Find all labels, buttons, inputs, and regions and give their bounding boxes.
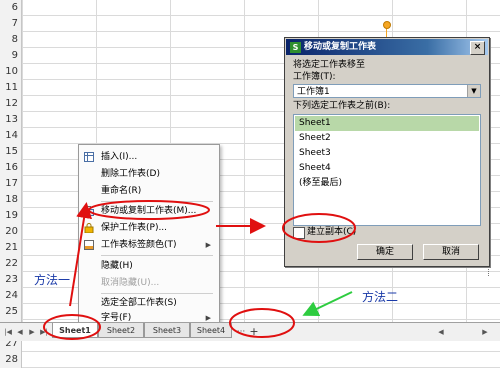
rotation-handle[interactable]	[383, 21, 391, 29]
create-copy-label: 建立副本(C)	[307, 227, 357, 237]
grid-line-h	[0, 15, 500, 16]
move-copy-dialog: S 移动或复制工作表 × 将选定工作表移至 工作簿(T): 工作簿1 ▼ 下列选…	[284, 37, 490, 267]
sheet-tab-bar: |◀ ◀ ▶ ▶| Sheet1 Sheet2 Sheet3 Sheet4 ··…	[0, 322, 500, 341]
menu-item-label: 移动或复制工作表(M)...	[101, 206, 197, 216]
grid-line-h	[0, 351, 500, 352]
dialog-title-bar[interactable]: S 移动或复制工作表 ×	[286, 39, 488, 55]
scroll-right-icon[interactable]: ▶	[480, 326, 490, 338]
row-header[interactable]: 23	[0, 272, 22, 288]
chevron-down-icon[interactable]: ▼	[467, 85, 480, 97]
grid-line-h	[0, 303, 500, 304]
cancel-button[interactable]: 取消	[423, 244, 479, 260]
add-sheet-button[interactable]: +	[248, 326, 260, 338]
first-sheet-icon[interactable]: |◀	[3, 326, 13, 338]
rotation-handle-stem	[386, 28, 387, 37]
grid-line-h	[0, 287, 500, 288]
menu-item-unhide: 取消隐藏(U)...	[79, 275, 217, 291]
menu-item-label: 选定全部工作表(S)	[101, 298, 177, 308]
menu-separator	[101, 255, 213, 256]
before-sheet-label: 下列选定工作表之前(B):	[293, 101, 391, 111]
row-header[interactable]: 12	[0, 96, 22, 112]
row-header[interactable]: 17	[0, 176, 22, 192]
prev-sheet-icon[interactable]: ◀	[15, 326, 25, 338]
row-header[interactable]: 22	[0, 256, 22, 272]
row-header[interactable]: 8	[0, 32, 22, 48]
list-item[interactable]: Sheet2	[295, 131, 479, 146]
row-header[interactable]: 28	[0, 352, 22, 368]
row-header[interactable]: 15	[0, 144, 22, 160]
move-to-label: 将选定工作表移至	[293, 60, 366, 70]
row-header[interactable]: 21	[0, 240, 22, 256]
workbook-value: 工作簿1	[297, 87, 330, 97]
menu-separator	[101, 201, 213, 202]
row-header[interactable]: 18	[0, 192, 22, 208]
method-two-label: 方法二	[362, 290, 399, 304]
menu-item-hide[interactable]: 隐藏(H)	[79, 258, 217, 274]
menu-item-insert[interactable]: 插入(I)...	[79, 149, 217, 165]
list-item[interactable]: (移至最后)	[295, 176, 479, 191]
close-icon[interactable]: ×	[470, 41, 485, 55]
menu-item-label: 重命名(R)	[101, 186, 142, 196]
tab-sheet1[interactable]: Sheet1	[52, 323, 98, 338]
sheet-listbox[interactable]: Sheet1 Sheet2 Sheet3 Sheet4 (移至最后)	[293, 114, 481, 226]
row-header[interactable]: 10	[0, 64, 22, 80]
tab-sheet2[interactable]: Sheet2	[98, 323, 144, 338]
grid-line-h	[0, 31, 500, 32]
grid-line-h	[0, 271, 500, 272]
last-sheet-icon[interactable]: ▶|	[39, 326, 49, 338]
menu-item-label: 取消隐藏(U)...	[101, 278, 160, 288]
tab-color-icon	[84, 240, 94, 250]
list-item[interactable]: Sheet1	[295, 116, 479, 131]
menu-item-tab-color[interactable]: 工作表标签颜色(T) ▶	[79, 237, 217, 253]
grid-line-h	[0, 319, 500, 320]
app-icon: S	[290, 42, 301, 53]
grid-line-v	[244, 0, 245, 322]
menu-item-label: 插入(I)...	[101, 152, 138, 162]
create-copy-checkbox[interactable]	[293, 227, 305, 239]
menu-item-protect-sheet[interactable]: 保护工作表(P)...	[79, 220, 217, 236]
row-header[interactable]: 6	[0, 0, 22, 16]
menu-item-label: 删除工作表(D)	[101, 169, 160, 179]
grid-line-v	[22, 0, 23, 322]
menu-item-label: 隐藏(H)	[101, 261, 133, 271]
method-one-label: 方法一	[34, 273, 71, 287]
workbook-select[interactable]: 工作簿1 ▼	[293, 84, 481, 98]
row-header[interactable]: 7	[0, 16, 22, 32]
submenu-arrow-icon: ▶	[205, 241, 211, 249]
more-tabs-icon[interactable]: ···	[234, 326, 248, 338]
row-header[interactable]: 14	[0, 128, 22, 144]
tab-sheet3[interactable]: Sheet3	[144, 323, 190, 338]
row-header[interactable]: 13	[0, 112, 22, 128]
menu-item-select-all-sheets[interactable]: 选定全部工作表(S)	[79, 295, 217, 311]
row-header[interactable]: 16	[0, 160, 22, 176]
menu-item-label: 保护工作表(P)...	[101, 223, 168, 233]
move-copy-icon	[84, 206, 94, 216]
workbook-label: 工作簿(T):	[293, 72, 336, 82]
next-sheet-icon[interactable]: ▶	[27, 326, 37, 338]
protect-icon	[84, 223, 94, 234]
tab-sheet4[interactable]: Sheet4	[190, 323, 232, 338]
row-header[interactable]: 20	[0, 224, 22, 240]
list-item[interactable]: Sheet4	[295, 161, 479, 176]
list-item[interactable]: Sheet3	[295, 146, 479, 161]
sheet-tab-context-menu: 插入(I)... 删除工作表(D) 重命名(R) 移动或复制工作表(M)... …	[78, 144, 220, 324]
row-header[interactable]: 11	[0, 80, 22, 96]
menu-separator	[101, 293, 213, 294]
ok-button[interactable]: 确定	[357, 244, 413, 260]
row-header[interactable]: 9	[0, 48, 22, 64]
row-header[interactable]: 19	[0, 208, 22, 224]
menu-item-move-or-copy[interactable]: 移动或复制工作表(M)...	[79, 203, 217, 219]
menu-item-label: 工作表标签颜色(T)	[101, 240, 177, 250]
row-header[interactable]: 25	[0, 304, 22, 320]
menu-item-delete-sheet[interactable]: 删除工作表(D)	[79, 166, 217, 182]
insert-icon	[84, 152, 94, 162]
row-header[interactable]: 24	[0, 288, 22, 304]
dialog-title: 移动或复制工作表	[304, 42, 377, 52]
scroll-left-icon[interactable]: ◀	[436, 326, 446, 338]
menu-item-rename[interactable]: 重命名(R)	[79, 183, 217, 199]
